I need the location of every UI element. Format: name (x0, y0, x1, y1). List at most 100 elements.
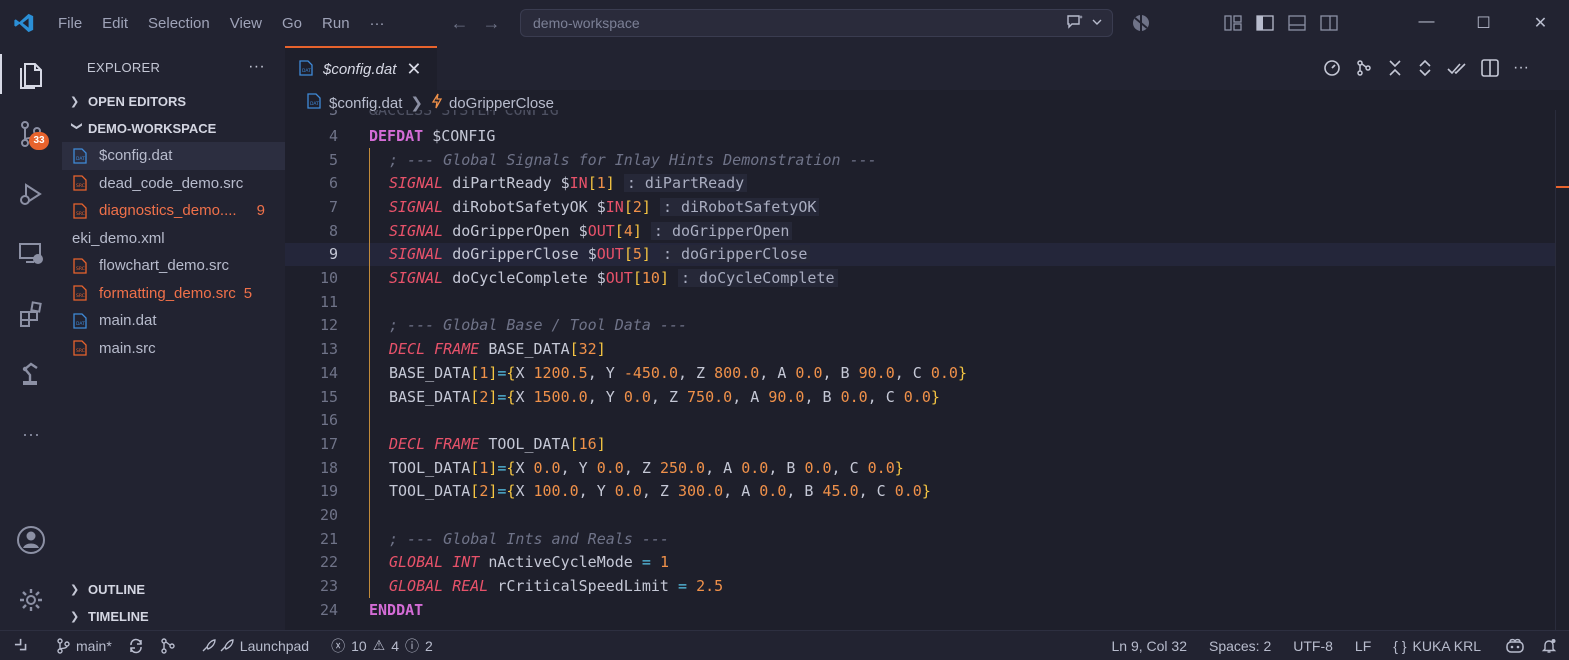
sync-icon[interactable] (120, 638, 152, 654)
file-item-dead-code-demo[interactable]: SRC dead_code_demo.src (62, 170, 285, 198)
menu-file[interactable]: File (48, 15, 92, 32)
git-branch-icon (57, 637, 70, 654)
open-editors-label: OPEN EDITORS (88, 94, 187, 109)
forward-arrow-icon[interactable]: → (483, 13, 501, 34)
run-debug-icon[interactable] (0, 170, 62, 218)
indentation[interactable]: Spaces: 2 (1201, 638, 1285, 654)
breadcrumb-symbol[interactable]: doGripperClose (449, 95, 554, 112)
toggle-secondary-sidebar-icon[interactable] (1320, 15, 1338, 31)
git-graph-status-icon[interactable] (152, 637, 184, 654)
overview-ruler[interactable] (1555, 110, 1569, 630)
line-number: 7 (328, 197, 338, 216)
notifications-bell-icon[interactable] (1533, 638, 1569, 654)
extension-icon[interactable] (1132, 14, 1150, 35)
layout-controls (1224, 15, 1338, 31)
line-text: SIGNAL doGripperOpen $OUT[4] : doGripper… (389, 221, 793, 240)
source-control-icon[interactable]: 33 (0, 110, 62, 158)
line-number: 14 (319, 363, 338, 382)
window-controls: — ☐ ✕ (1398, 13, 1569, 33)
gauge-icon[interactable] (1323, 59, 1341, 77)
line-text: SIGNAL diRobotSafetyOK $IN[2] : diRobotS… (389, 197, 820, 216)
expand-icon[interactable] (1417, 59, 1433, 77)
robot-arm-icon[interactable] (0, 350, 62, 398)
copilot-icon[interactable] (1489, 638, 1533, 654)
info-count: 2 (425, 637, 433, 654)
line-number: 24 (319, 600, 338, 619)
open-editors-section[interactable]: ❯ OPEN EDITORS (62, 88, 285, 115)
file-item-main-dat[interactable]: DAT main.dat (62, 307, 285, 335)
explorer-more-button[interactable]: ··· (248, 58, 265, 76)
status-right: Ln 9, Col 32 Spaces: 2 UTF-8 LF { } KUKA… (1103, 631, 1569, 660)
line-text: DECL FRAME TOOL_DATA[16] (389, 434, 606, 453)
line-text: TOOL_DATA[1]={X 0.0, Y 0.0, Z 250.0, A 0… (389, 458, 904, 477)
branch-status[interactable]: main* (48, 638, 120, 654)
menu-run[interactable]: Run (312, 15, 360, 32)
file-item-flowchart-demo[interactable]: SRC flowchart_demo.src (62, 252, 285, 280)
file-item-eki-demo[interactable]: eki_demo.xml (62, 225, 285, 253)
code-editor[interactable]: 3 &ACCESS SYSTEM CONFIG 4 DEFDAT $CONFIG… (285, 110, 1569, 630)
problems-status[interactable]: ⓧ 10 ⚠ 4 ⓘ 2 (317, 636, 441, 656)
rocket-icon (202, 638, 234, 651)
back-arrow-icon[interactable]: ← (451, 13, 469, 34)
settings-gear-icon[interactable] (0, 576, 62, 624)
timeline-section[interactable]: ❯ TIMELINE (62, 603, 285, 630)
title-right: — ☐ ✕ (1224, 0, 1569, 46)
launchpad-status[interactable]: Launchpad (184, 638, 317, 654)
braces-icon: { } (1393, 638, 1407, 654)
command-center-search[interactable]: demo-workspace (520, 9, 1113, 37)
menu-go[interactable]: Go (272, 15, 312, 32)
close-window-icon[interactable]: ✕ (1512, 13, 1569, 33)
file-name: main.dat (99, 312, 157, 330)
more-actions-icon[interactable]: ··· (1513, 59, 1529, 77)
copilot-chat-button[interactable] (1066, 14, 1102, 30)
extensions-icon[interactable] (0, 290, 62, 338)
file-name: diagnostics_demo.... (99, 202, 237, 220)
tab-config-dat[interactable]: DAT $config.dat ✕ (285, 46, 437, 90)
explorer-icon[interactable] (0, 50, 62, 98)
toggle-panel-icon[interactable] (1288, 15, 1306, 31)
customize-layout-icon[interactable] (1224, 15, 1242, 31)
file-item-formatting-demo[interactable]: SRC formatting_demo.src 5 (62, 280, 285, 308)
git-graph-icon[interactable] (1355, 59, 1373, 77)
remote-explorer-icon[interactable] (0, 230, 62, 278)
line-ending[interactable]: LF (1347, 638, 1385, 654)
split-editor-icon[interactable] (1481, 59, 1499, 77)
vscode-logo-icon (0, 0, 48, 46)
outline-section[interactable]: ❯ OUTLINE (62, 576, 285, 603)
maximize-icon[interactable]: ☐ (1455, 13, 1512, 33)
code-line: 13 DECL FRAME BASE_DATA[32] (285, 337, 1555, 361)
language-mode[interactable]: { } KUKA KRL (1385, 638, 1489, 654)
inlay-hint: : diRobotSafetyOK (659, 197, 820, 216)
check-all-icon[interactable] (1447, 59, 1467, 77)
line-number: 22 (319, 553, 338, 572)
collapse-icon[interactable] (1387, 59, 1403, 77)
more-views-icon[interactable]: ··· (0, 410, 62, 458)
warning-icon: ⚠ (372, 637, 386, 653)
breadcrumb-file[interactable]: $config.dat (329, 95, 402, 112)
menu-selection[interactable]: Selection (138, 15, 220, 32)
status-bar: main* Launchpad ⓧ 10 ⚠ 4 ⓘ 2 Ln 9, Col 3… (0, 630, 1569, 660)
remote-indicator-icon[interactable] (0, 638, 48, 654)
minimize-icon[interactable]: — (1398, 13, 1455, 33)
toggle-primary-sidebar-icon[interactable] (1256, 15, 1274, 31)
workspace-section[interactable]: ❯ DEMO-WORKSPACE (62, 115, 285, 142)
menu-view[interactable]: View (220, 15, 272, 32)
code-line: 19 TOOL_DATA[2]={X 100.0, Y 0.0, Z 300.0… (285, 480, 1555, 504)
file-item-diagnostics-demo[interactable]: SRC diagnostics_demo.... 9 (62, 197, 285, 225)
warning-count: 4 (391, 637, 400, 654)
code-line: 17 DECL FRAME TOOL_DATA[16] (285, 432, 1555, 456)
encoding[interactable]: UTF-8 (1285, 638, 1347, 654)
src-file-icon: SRC (72, 258, 88, 274)
line-number: 20 (319, 506, 338, 525)
menu-edit[interactable]: Edit (92, 15, 138, 32)
account-icon[interactable] (0, 516, 62, 564)
close-icon[interactable]: ✕ (406, 59, 421, 80)
file-item-config-dat[interactable]: DAT $config.dat (62, 142, 285, 170)
file-item-main-src[interactable]: SRC main.src (62, 335, 285, 363)
line-number: 23 (319, 577, 338, 596)
line-text: &ACCESS SYSTEM CONFIG (369, 110, 559, 119)
cursor-position[interactable]: Ln 9, Col 32 (1103, 638, 1201, 654)
menu-more[interactable]: ··· (360, 15, 395, 32)
timeline-label: TIMELINE (88, 609, 149, 624)
line-text: SIGNAL doGripperClose $OUT[5] : doGrippe… (389, 245, 811, 264)
